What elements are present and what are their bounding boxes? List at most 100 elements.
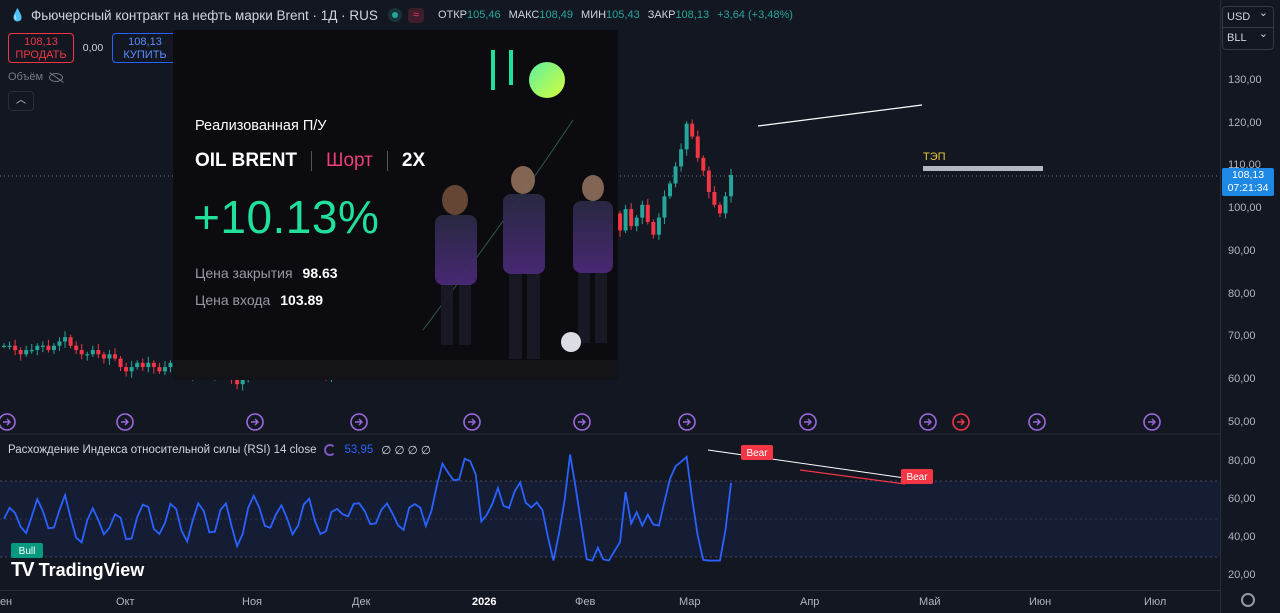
zone-rectangle[interactable] — [923, 166, 1043, 171]
candle — [101, 351, 106, 364]
bear-label: Bear — [741, 445, 773, 460]
event-marker-icon[interactable] — [0, 413, 16, 431]
symbol-title[interactable]: Фьючерсный контракт на нефть марки Brent… — [31, 8, 378, 23]
candle — [107, 350, 112, 365]
promo-close-value: 98.63 — [302, 265, 338, 281]
candle — [168, 360, 173, 373]
market-status-icon[interactable] — [387, 8, 402, 22]
candle — [712, 186, 717, 208]
rsi-tick: 40,00 — [1228, 530, 1256, 543]
price-tick: 60,00 — [1228, 372, 1256, 385]
bar-countdown: 07:21:34 — [1227, 182, 1269, 194]
rsi-value: 53,95 — [344, 444, 374, 456]
candle — [151, 360, 156, 374]
volume-label: Объём — [8, 71, 44, 83]
rsi-trend-line[interactable] — [707, 449, 906, 479]
candle — [113, 348, 117, 362]
event-marker-icon[interactable] — [1143, 413, 1161, 431]
event-marker-icon[interactable] — [463, 413, 481, 431]
unit-value[interactable]: BLL — [1223, 24, 1273, 49]
promo-divider — [311, 151, 313, 171]
price-tick: 80,00 — [1228, 287, 1256, 300]
candle — [645, 198, 650, 225]
ohlc-value: +3,64 (+3,48%) — [717, 9, 793, 21]
bear-label: Bear — [901, 469, 933, 484]
hide-eye-icon[interactable] — [49, 72, 64, 82]
refresh-icon[interactable] — [324, 444, 337, 456]
tv-logo-icon: TV — [11, 559, 35, 581]
event-marker-icon[interactable] — [1028, 413, 1046, 431]
candle — [135, 360, 140, 370]
tradingview-logo[interactable]: TV TradingView — [11, 559, 144, 582]
promo-pair: OIL BRENT Шорт 2X — [195, 150, 425, 172]
rsi-legend[interactable]: Расхождение Индекса относительной силы (… — [8, 443, 431, 457]
promo-card: Реализованная П/У OIL BRENT Шорт 2X +10.… — [173, 30, 618, 380]
candle — [13, 339, 18, 356]
candle — [701, 155, 706, 176]
promo-entry-row: Цена входа 103.89 — [195, 292, 323, 308]
candle — [24, 345, 29, 357]
currency-select[interactable]: USD BLL — [1222, 3, 1274, 50]
buy-button[interactable]: 108,13 КУПИТЬ — [112, 33, 178, 63]
candle — [124, 362, 129, 377]
candle — [85, 351, 90, 361]
promo-title: Реализованная П/У — [195, 118, 327, 134]
candle — [695, 130, 700, 162]
candle — [57, 337, 62, 351]
candle — [157, 362, 162, 374]
candle — [640, 200, 645, 225]
sell-price: 108,13 — [24, 36, 58, 48]
ohlc-value: 105,43 — [606, 9, 640, 21]
candle — [90, 345, 95, 357]
candle — [651, 219, 656, 239]
candle — [629, 203, 634, 231]
price-axis[interactable] — [1220, 0, 1280, 613]
event-marker-icon[interactable] — [678, 413, 696, 431]
svg-text:Bear: Bear — [906, 472, 928, 483]
candle — [129, 361, 134, 378]
rsi-tick: 80,00 — [1228, 455, 1256, 467]
time-tick: Июн — [1029, 596, 1052, 608]
promo-pnl: +10.13% — [193, 191, 380, 243]
buy-price: 108,13 — [128, 36, 162, 48]
event-alert-icon[interactable] — [952, 413, 970, 431]
settings-gear-icon[interactable] — [1241, 593, 1255, 607]
ohlc-key: МАКС — [508, 9, 540, 21]
candle — [729, 168, 734, 203]
promo-entry-label: Цена входа — [195, 292, 271, 308]
volume-legend: Объём — [8, 71, 64, 83]
ohlc-values: ОТКР105,46 МАКС108,49 МИН105,43 ЗАКР108,13 +… — [436, 9, 799, 21]
time-tick: Ноя — [242, 596, 263, 608]
event-marker-icon[interactable] — [919, 413, 937, 431]
candle — [668, 180, 672, 199]
event-marker-icon[interactable] — [246, 413, 264, 431]
candle — [162, 361, 167, 376]
chart-header: 💧 Фьючерсный контракт на нефть марки Bre… — [0, 0, 1220, 30]
promo-strip — [173, 360, 618, 380]
ohlc-value: 108,49 — [539, 9, 574, 21]
ohlc-key: ОТКР — [437, 9, 467, 21]
candle — [18, 347, 23, 361]
event-marker-icon[interactable] — [116, 413, 134, 431]
sell-button[interactable]: 108,13 ПРОДАТЬ — [8, 33, 74, 63]
trend-line[interactable] — [757, 104, 923, 127]
event-marker-icon[interactable] — [573, 413, 591, 431]
candle — [673, 162, 678, 188]
candle — [68, 334, 73, 349]
chart-annotation: ТЭП — [923, 151, 946, 163]
rsi-tick: 60,00 — [1228, 492, 1256, 505]
promo-entry-value: 103.89 — [280, 292, 324, 308]
time-tick: 2026 — [472, 596, 497, 608]
candle — [40, 341, 45, 353]
promo-close-row: Цена закрытия 98.63 — [195, 265, 338, 281]
ohlc-key: МИН — [581, 9, 607, 21]
sell-label: ПРОДАТЬ — [15, 49, 67, 61]
event-marker-icon[interactable] — [350, 413, 368, 431]
candle — [51, 343, 56, 354]
event-marker-icon[interactable] — [799, 413, 817, 431]
collapse-button[interactable]: ︿ — [8, 91, 34, 111]
oil-drop-icon: 💧 — [10, 8, 25, 22]
candle — [140, 358, 145, 371]
candle — [717, 202, 722, 218]
approx-badge[interactable]: ≈ — [407, 7, 424, 23]
